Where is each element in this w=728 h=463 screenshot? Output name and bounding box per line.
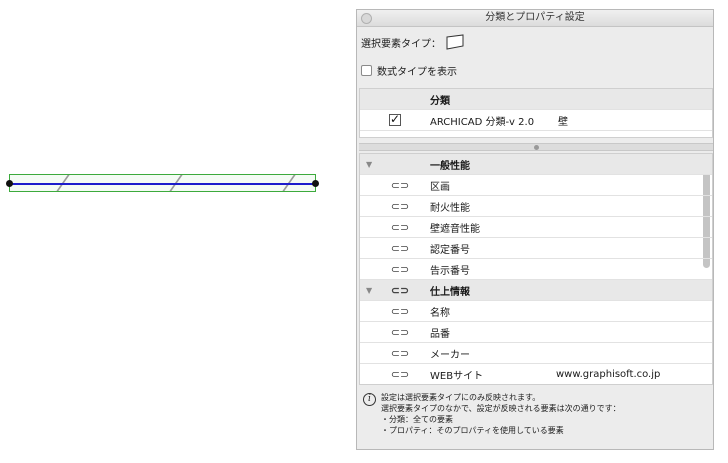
property-row[interactable]: ⊂⊃ 区画 <box>360 175 712 196</box>
property-name: メーカー <box>430 349 470 361</box>
split-divider[interactable] <box>359 143 713 151</box>
selected-type-row: 選択要素タイプ： <box>361 32 465 52</box>
classification-row[interactable]: ARCHICAD 分類-v 2.0 壁 <box>360 110 712 131</box>
property-name: WEBサイト <box>430 370 484 382</box>
property-name: 品番 <box>430 328 450 340</box>
property-value[interactable]: www.graphisoft.co.jp <box>556 369 712 380</box>
property-name: 耐火性能 <box>430 202 470 214</box>
property-row[interactable]: ⊂⊃ WEBサイト www.graphisoft.co.jp <box>360 364 712 384</box>
classification-header: 分類 <box>430 95 450 107</box>
info-line: 設定は選択要素タイプにのみ反映されます。 <box>381 393 541 402</box>
property-name: 認定番号 <box>430 244 470 256</box>
link-icon: ⊂⊃ <box>390 262 410 276</box>
property-row[interactable]: ⊂⊃ メーカー <box>360 343 712 364</box>
property-group-row[interactable]: ▼ ⊂⊃ 仕上情報 <box>360 280 712 301</box>
wall-endpoint-left[interactable] <box>6 180 13 187</box>
link-icon: ⊂⊃ <box>390 304 410 318</box>
property-group-name: 一般性能 <box>430 160 470 172</box>
property-row[interactable]: ⊂⊃ 壁遮音性能 <box>360 217 712 238</box>
info-line: 選択要素タイプのなかで、設定が反映される要素は次の通りです： <box>381 404 621 413</box>
property-row[interactable]: ⊂⊃ 告示番号 <box>360 259 712 280</box>
wall-endpoint-right[interactable] <box>312 180 319 187</box>
classification-table: 分類 ARCHICAD 分類-v 2.0 壁 <box>359 88 713 138</box>
classification-value[interactable]: 壁 <box>558 113 712 128</box>
info-icon: i <box>363 393 376 406</box>
wall-reference-line <box>10 183 315 185</box>
classification-header-row: 分類 <box>360 89 712 110</box>
divider-grip-icon[interactable] <box>534 145 539 150</box>
wall-shape-icon <box>446 34 464 50</box>
property-group-name: 仕上情報 <box>430 286 470 298</box>
palette-title: 分類とプロパティ設定 <box>485 12 585 23</box>
property-group-row[interactable]: ▼ 一般性能 <box>360 154 712 175</box>
property-name: 名称 <box>430 307 450 319</box>
property-row[interactable]: ⊂⊃ 耐火性能 <box>360 196 712 217</box>
link-icon: ⊂⊃ <box>390 178 410 192</box>
collapse-triangle-icon[interactable]: ▼ <box>366 286 372 295</box>
property-name: 壁遮音性能 <box>430 223 480 235</box>
classification-checkbox[interactable] <box>389 112 401 126</box>
close-button[interactable] <box>361 13 372 24</box>
collapse-triangle-icon[interactable]: ▼ <box>366 160 372 169</box>
show-formula-label: 数式タイプを表示 <box>377 66 457 78</box>
classification-properties-palette: 分類とプロパティ設定 選択要素タイプ： 数式タイプを表示 分類 ARCHICAD… <box>356 9 714 450</box>
property-name: 区画 <box>430 181 450 193</box>
info-line: ・分類：全ての要素 <box>381 415 453 424</box>
info-text: 設定は選択要素タイプにのみ反映されます。 選択要素タイプのなかで、設定が反映され… <box>381 392 621 436</box>
link-icon: ⊂⊃ <box>390 199 410 213</box>
properties-table: ▼ 一般性能 ⊂⊃ 区画 ⊂⊃ 耐火性能 ⊂⊃ 壁遮音性能 ⊂⊃ 認定番号 ⊂⊃… <box>359 153 713 385</box>
property-row[interactable]: ⊂⊃ 認定番号 <box>360 238 712 259</box>
show-formula-checkbox[interactable] <box>361 64 372 76</box>
link-icon: ⊂⊃ <box>390 346 410 360</box>
selected-type-label: 選択要素タイプ： <box>361 38 441 50</box>
property-name: 告示番号 <box>430 265 470 277</box>
classification-system: ARCHICAD 分類-v 2.0 <box>430 116 535 128</box>
info-line: ・プロパティ：そのプロパティを使用している要素 <box>381 426 564 435</box>
link-icon: ⊂⊃ <box>390 367 410 381</box>
link-icon: ⊂⊃ <box>390 241 410 255</box>
link-icon: ⊂⊃ <box>390 325 410 339</box>
property-row[interactable]: ⊂⊃ 品番 <box>360 322 712 343</box>
property-row[interactable]: ⊂⊃ 名称 <box>360 301 712 322</box>
link-icon: ⊂⊃ <box>390 283 410 297</box>
show-formula-row[interactable]: 数式タイプを表示 <box>361 62 457 78</box>
link-icon: ⊂⊃ <box>390 220 410 234</box>
info-note: i 設定は選択要素タイプにのみ反映されます。 選択要素タイプのなかで、設定が反映… <box>363 392 707 436</box>
palette-titlebar[interactable]: 分類とプロパティ設定 <box>357 10 713 27</box>
wall-element[interactable] <box>6 174 319 192</box>
